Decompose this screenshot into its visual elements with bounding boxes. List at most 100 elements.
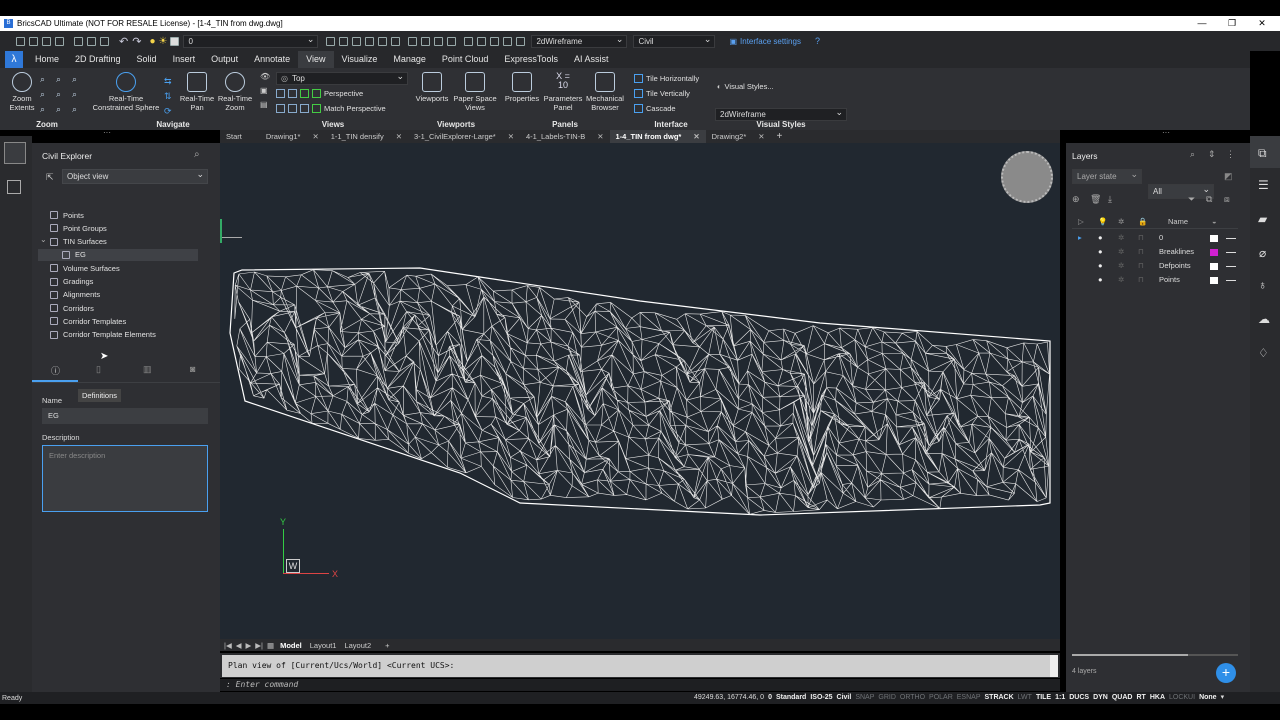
civil-search-icon[interactable]: ⌕ xyxy=(194,149,200,160)
tile-horizontally-button[interactable]: Tile Horizontally xyxy=(634,74,699,83)
visual-styles-button[interactable]: ◐ Visual Styles... xyxy=(717,82,774,91)
layout-list-icon[interactable]: ▦ xyxy=(267,641,274,650)
layer-iso-icon[interactable] xyxy=(378,36,388,46)
layer-row[interactable]: ● ✲ ⊓ Points xyxy=(1072,275,1238,287)
status-toggle[interactable]: GRID xyxy=(876,692,898,704)
view-navigation-wheel[interactable] xyxy=(1001,151,1053,203)
redo-icon[interactable]: ↷ xyxy=(132,35,141,48)
set-current-layer-icon[interactable]: ⤓ xyxy=(1108,194,1112,205)
layout-tab[interactable]: Layout1 xyxy=(310,641,337,650)
drawing-viewport[interactable]: Y X W xyxy=(220,143,1060,639)
layout-tab[interactable]: Layout2 xyxy=(344,641,371,650)
layer-row[interactable]: ● ✲ ⊓ Defpoints xyxy=(1072,261,1238,273)
document-tab[interactable]: 1-4_TIN from dwg* ✕ xyxy=(609,130,706,143)
attach-tab-icon[interactable]: ⌀ xyxy=(1259,246,1266,260)
structure-tab-icon[interactable] xyxy=(7,180,21,194)
settings-gear-icon[interactable] xyxy=(490,36,500,46)
layer-lock-icon[interactable]: ⊓ xyxy=(1138,275,1144,284)
status-toggle[interactable]: TILE xyxy=(1034,692,1053,704)
trophy-tab-icon[interactable]: ♁ xyxy=(1258,278,1267,292)
pen-icon[interactable] xyxy=(339,36,349,46)
tree-item[interactable]: Points xyxy=(50,209,84,221)
view-manager-icon[interactable]: ▤ xyxy=(260,100,270,114)
close-tab-icon[interactable]: ✕ xyxy=(312,130,318,143)
layer-filter-toggle-icon[interactable]: ◩ xyxy=(1224,171,1233,182)
document-tab[interactable]: Drawing2* ✕ xyxy=(706,130,771,143)
add-layout-icon[interactable]: + xyxy=(385,641,389,650)
chart-icon[interactable]: ▥ xyxy=(143,364,152,375)
status-toggle[interactable]: 1:1 xyxy=(1053,692,1067,704)
definitions-icon[interactable]: ▯ xyxy=(96,364,101,375)
tree-item[interactable]: Corridors xyxy=(50,302,94,314)
paper-space-views-button[interactable]: Paper Space Views xyxy=(452,72,498,112)
document-tab[interactable]: Drawing1* ✕ xyxy=(260,130,325,143)
info-icon[interactable]: ⓘ xyxy=(51,364,60,377)
layout-tab[interactable]: Model xyxy=(280,641,302,650)
sun-icon[interactable]: ☀ xyxy=(158,36,167,47)
tile-vertically-button[interactable]: Tile Vertically xyxy=(634,89,690,98)
box-icon[interactable] xyxy=(408,36,418,46)
layer-color-swatch[interactable] xyxy=(1210,235,1218,242)
tree-item[interactable]: Corridor Templates xyxy=(50,315,126,327)
tree-item[interactable]: Volume Surfaces xyxy=(50,262,120,274)
parameters-panel-button[interactable]: X = 10 Parameters Panel xyxy=(542,72,584,113)
ribbon-tab[interactable]: Home xyxy=(27,51,67,68)
lightbulb-icon[interactable]: ● xyxy=(149,36,155,47)
tree-item[interactable]: Point Groups xyxy=(50,222,107,234)
layer-filter-icon[interactable]: ⏷ xyxy=(1188,194,1195,205)
zoom-dynamic-icon[interactable]: ⌕ xyxy=(40,104,52,115)
ribbon-tab[interactable]: Output xyxy=(203,51,246,68)
layer-linetype[interactable] xyxy=(1226,280,1236,281)
zoom-out-icon[interactable]: ⌕ xyxy=(56,74,68,85)
status-toggle[interactable]: ISO-25 xyxy=(808,692,834,704)
interface-settings-button[interactable]: ▣ Interface settings xyxy=(729,37,800,46)
layer-lock-icon[interactable]: ⊓ xyxy=(1138,261,1144,270)
layer-freeze-icon[interactable]: ✲ xyxy=(1118,233,1124,242)
status-toggle[interactable]: LOCKUI xyxy=(1167,692,1197,704)
command-input[interactable]: : Enter command xyxy=(220,679,1060,691)
zoom-in-icon[interactable]: ⌕ xyxy=(40,74,52,85)
ribbon-tab[interactable]: Annotate xyxy=(246,51,298,68)
prev-layout-icon[interactable]: ◀ xyxy=(236,641,242,650)
ribbon-tab[interactable]: Manage xyxy=(385,51,434,68)
delete-layer-icon[interactable]: 🗑 xyxy=(1090,194,1101,205)
layers-menu-icon[interactable]: ⋮ xyxy=(1226,149,1235,160)
status-toggle[interactable]: LWT xyxy=(1016,692,1034,704)
status-toggle[interactable]: DYN xyxy=(1091,692,1110,704)
layer-dropdown[interactable]: 0 xyxy=(183,34,319,48)
continuous-orbit-icon[interactable]: ⟳ xyxy=(164,104,174,119)
hdr-name-label[interactable]: Name xyxy=(1168,217,1188,226)
workspace-dropdown[interactable]: Civil xyxy=(633,34,716,48)
zoom-window-icon[interactable]: ⌕ xyxy=(72,74,84,85)
layer-tools-icon[interactable] xyxy=(391,36,401,46)
layer-freeze-icon[interactable]: ✲ xyxy=(1118,275,1124,284)
camera-tab-icon[interactable]: ◙ xyxy=(190,364,195,374)
open-icon[interactable] xyxy=(29,36,38,46)
screen-icon[interactable] xyxy=(516,36,526,46)
viewports-button[interactable]: Viewports xyxy=(413,72,451,103)
tree-collapse-icon[interactable]: ⌄ xyxy=(40,235,47,244)
layer-linetype[interactable] xyxy=(1226,266,1236,267)
properties-button[interactable]: Properties xyxy=(502,72,542,103)
layers-scroll-thumb[interactable] xyxy=(1072,654,1188,656)
ribbon-tab[interactable]: Insert xyxy=(165,51,204,68)
eye-icon[interactable]: 👁 xyxy=(260,72,270,86)
print-icon[interactable] xyxy=(74,36,83,46)
zoom-all-icon[interactable]: ⌕ xyxy=(56,89,68,100)
new-tab-icon[interactable]: + xyxy=(777,131,783,142)
add-layer-fab-button[interactable]: + xyxy=(1216,663,1236,683)
zoom-center-icon[interactable]: ⌕ xyxy=(72,89,84,100)
description-textarea[interactable]: Enter description xyxy=(42,445,208,512)
layer-states-icon[interactable]: ⧉ xyxy=(1206,194,1212,205)
status-toggle[interactable]: POLAR xyxy=(927,692,955,704)
ribbon-tab[interactable]: 2D Drafting xyxy=(67,51,129,68)
new-icon[interactable] xyxy=(16,36,25,46)
select-cursor-icon[interactable]: ⇱ xyxy=(46,172,54,183)
restore-icon[interactable]: ❐ xyxy=(1217,16,1247,31)
layer-off-icon[interactable] xyxy=(365,36,375,46)
stack-tab-icon[interactable]: ▰ xyxy=(1258,212,1267,226)
zoom-object-icon[interactable]: ⌕ xyxy=(72,104,84,115)
layer-freeze-icon[interactable]: ✲ xyxy=(1118,247,1124,256)
layer-freeze-icon[interactable]: ✲ xyxy=(1118,261,1124,270)
close-tab-icon[interactable]: ✕ xyxy=(396,130,402,143)
